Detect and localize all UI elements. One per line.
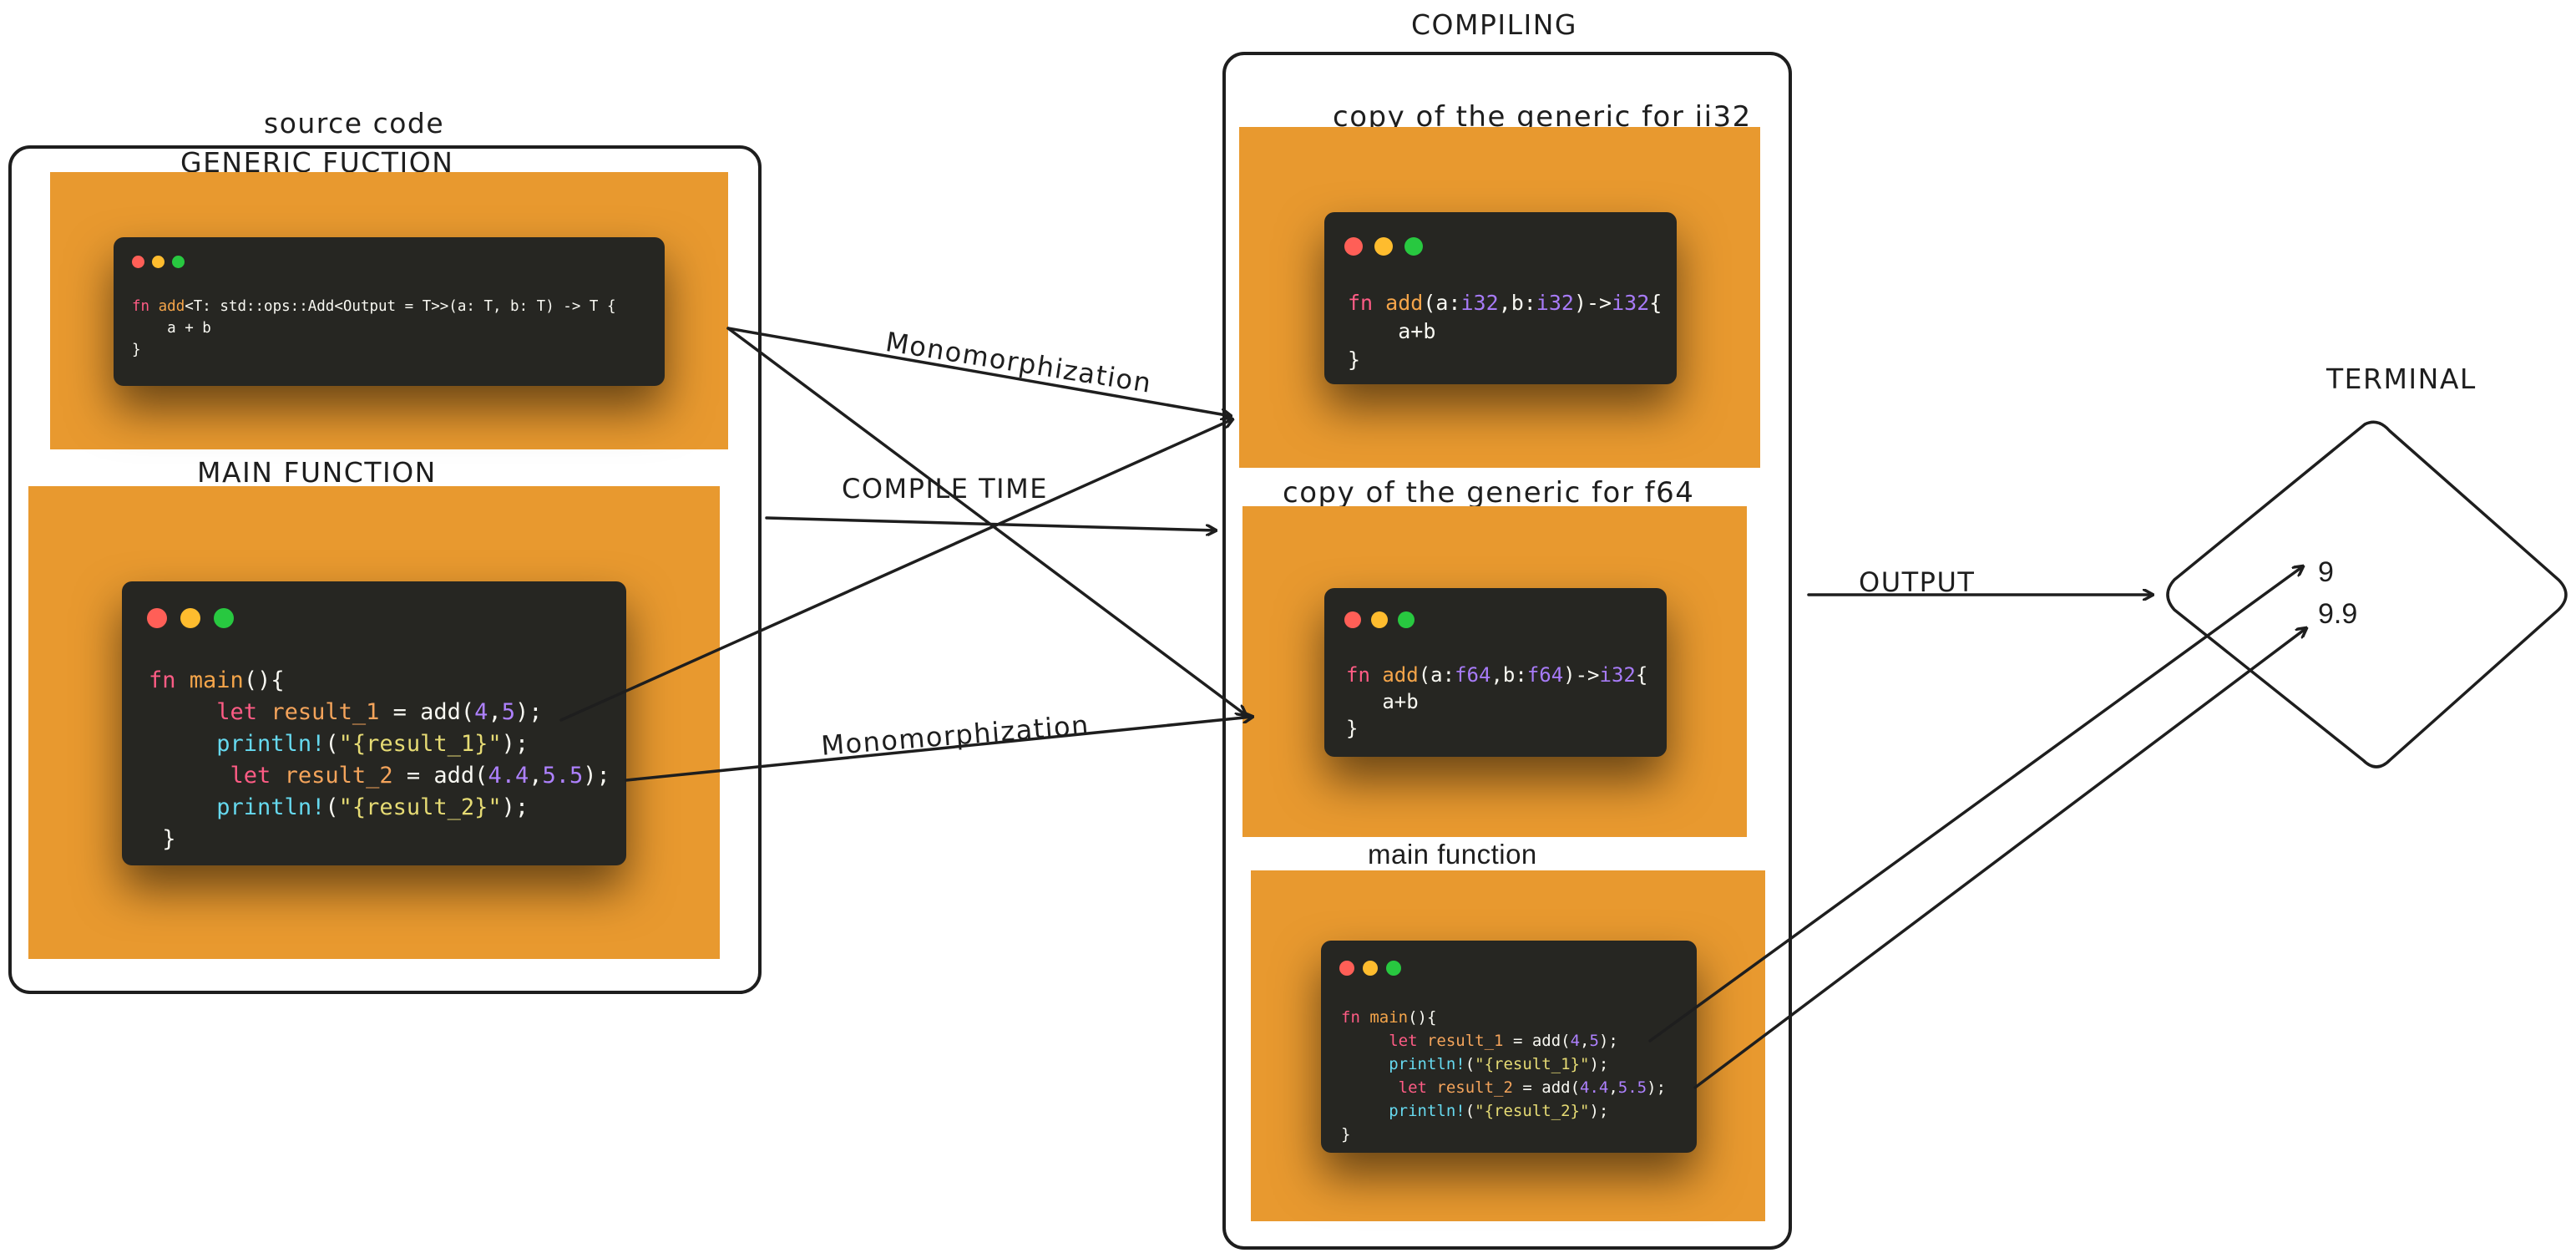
result2-output-arrow [1693, 628, 2306, 1089]
terminal-shape [2166, 420, 2568, 769]
connector-layer [559, 327, 2568, 1089]
terminal-output-1: 9 [2318, 556, 2334, 588]
result1-to-i32-arrow [559, 419, 1232, 722]
output-label: OUTPUT [1859, 566, 1976, 598]
result1-output-arrow [1648, 566, 2303, 1042]
terminal-output-2: 9.9 [2318, 598, 2358, 630]
compile-time-label: COMPILE TIME [842, 473, 1048, 505]
monomorphization-arrow-f64 [726, 327, 1246, 715]
